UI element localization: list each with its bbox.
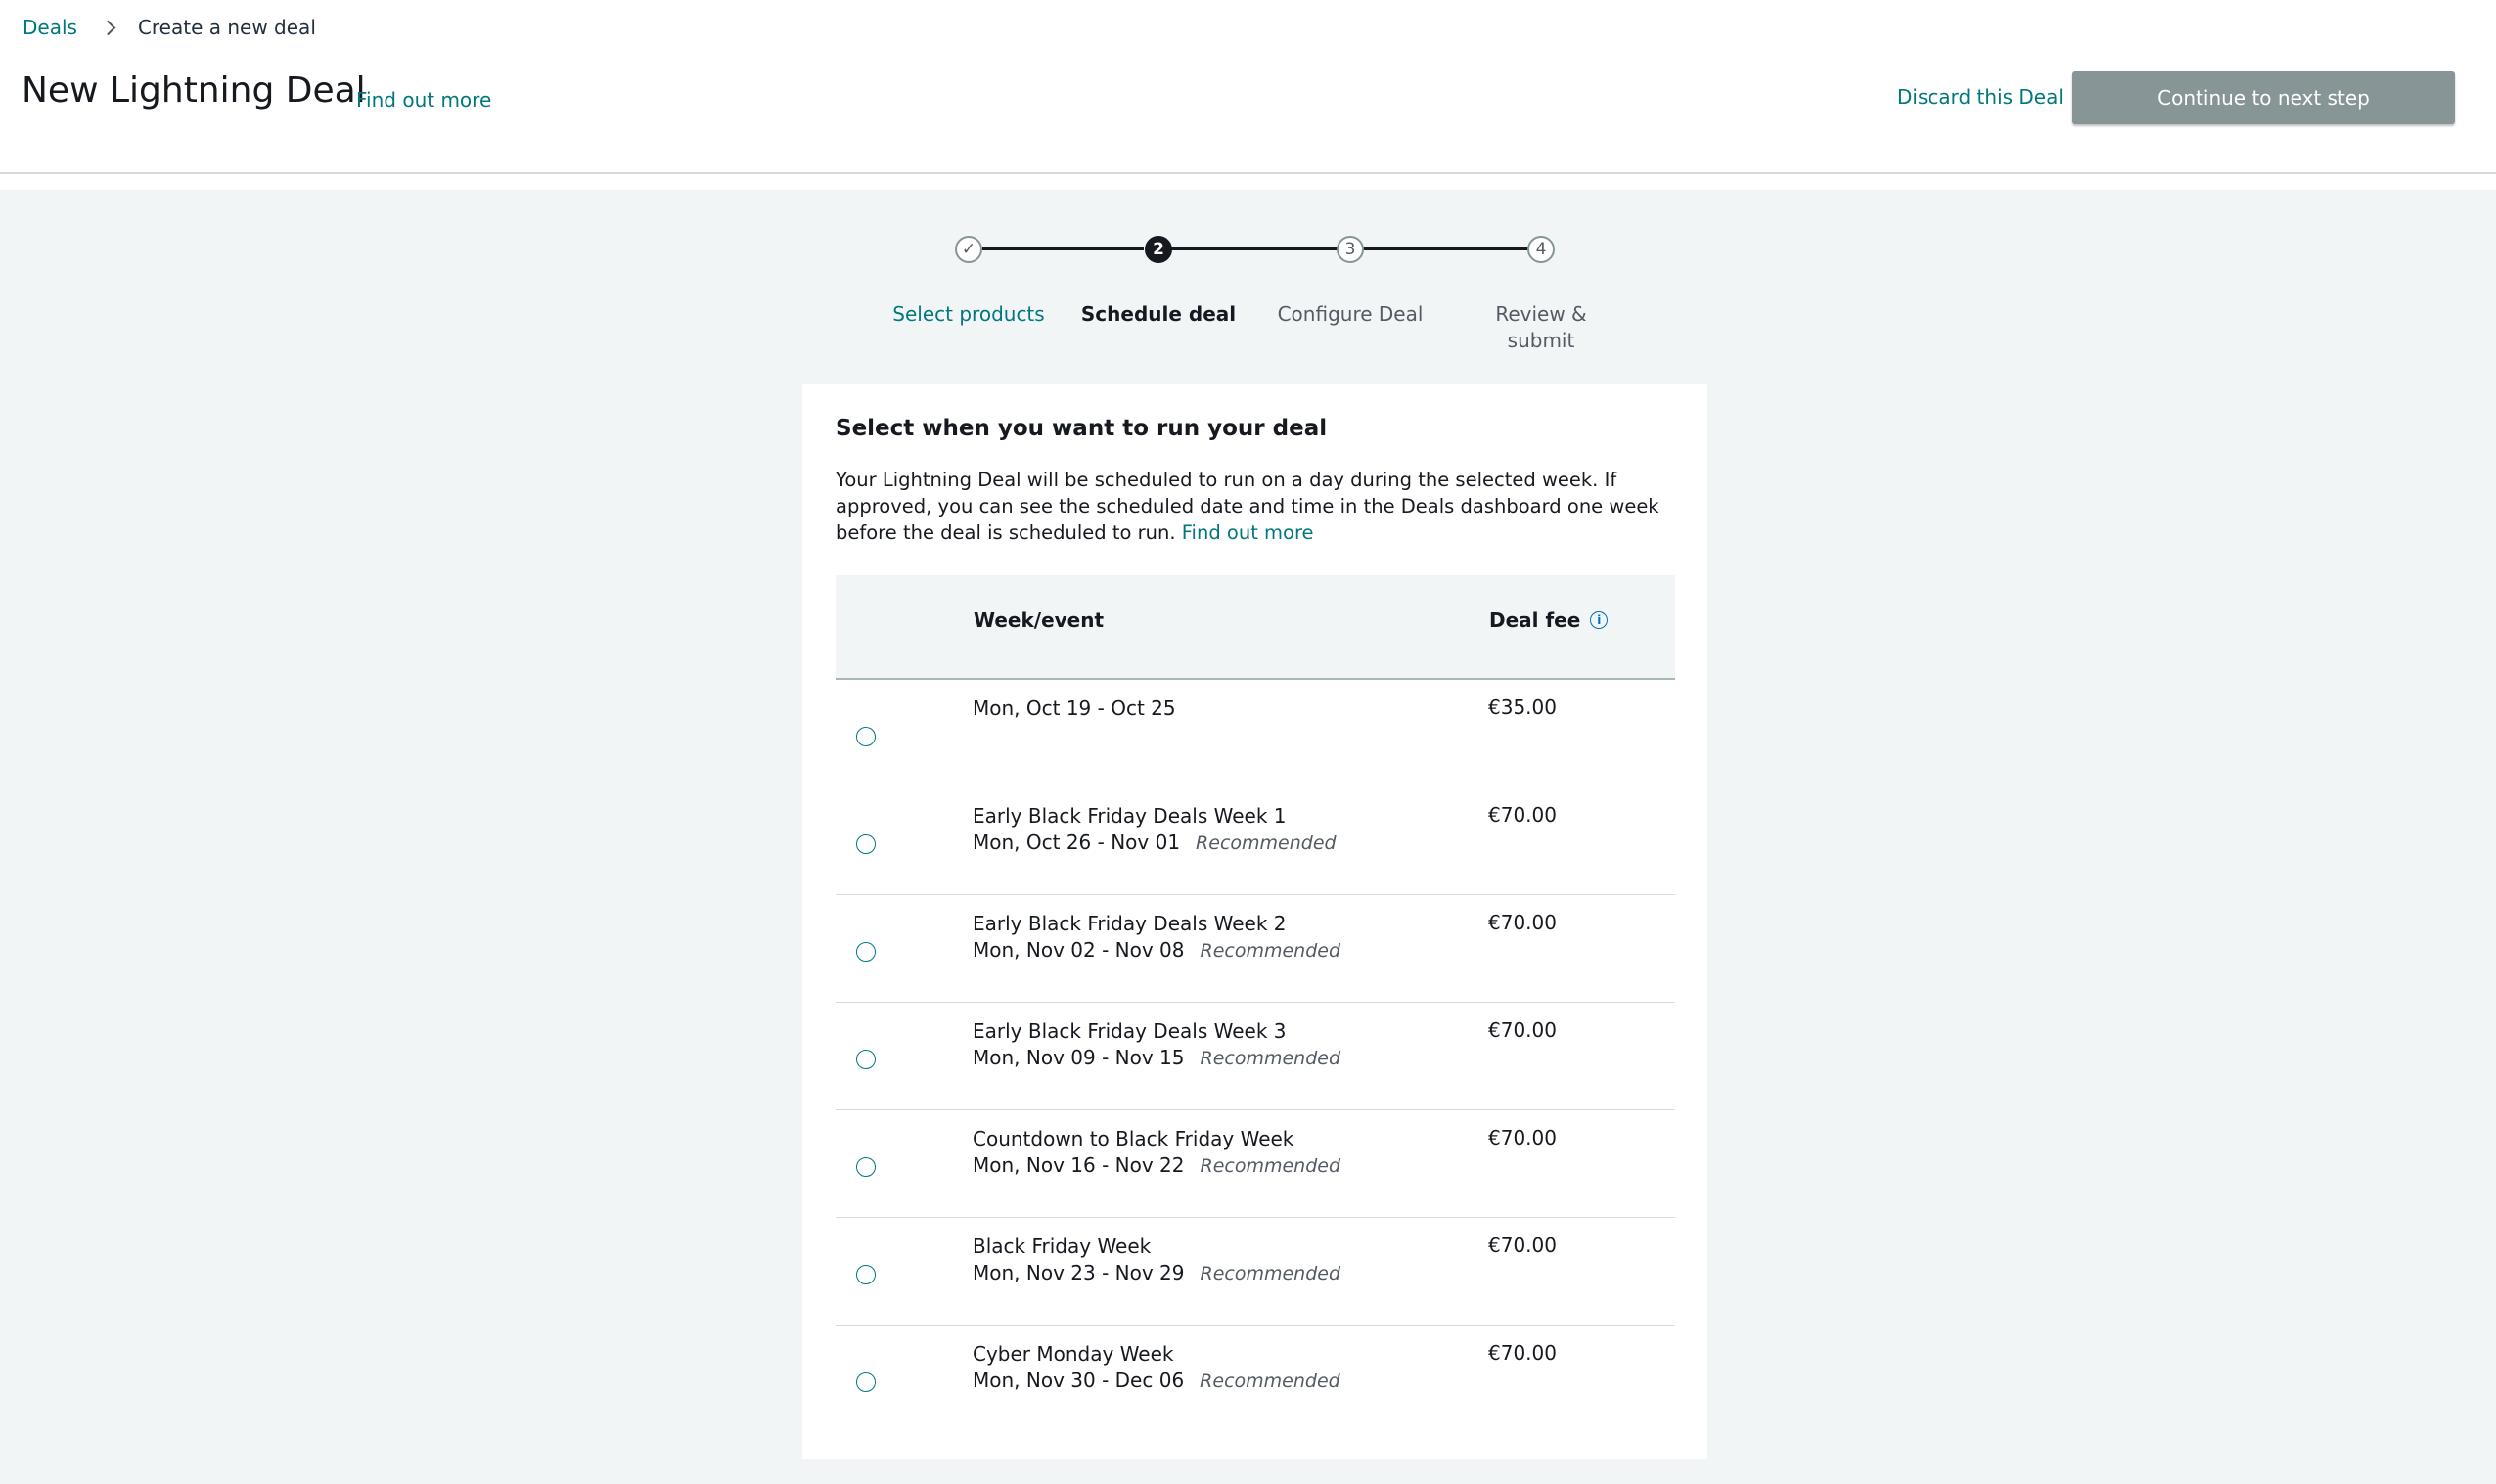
- step-4-marker: 4: [1527, 236, 1555, 263]
- step-3-marker: 3: [1337, 236, 1364, 263]
- stepper-connector: [1363, 247, 1529, 250]
- step-1-check-icon: ✓: [955, 236, 982, 263]
- fee-cell: €70.00: [1488, 1126, 1557, 1149]
- recommended-tag: Recommended: [1200, 940, 1341, 962]
- description-find-out-more-link[interactable]: Find out more: [1182, 521, 1314, 544]
- week-radio[interactable]: [856, 1265, 876, 1284]
- page-title: New Lightning Deal: [22, 70, 366, 111]
- recommended-tag: Recommended: [1200, 1263, 1341, 1284]
- recommended-tag: Recommended: [1200, 1155, 1341, 1177]
- breadcrumb: Deals Create a new deal: [23, 16, 316, 39]
- week-dates: Mon, Nov 16 - Nov 22: [973, 1153, 1185, 1177]
- recommended-tag: Recommended: [1200, 1371, 1340, 1392]
- table-row[interactable]: Mon, Oct 19 - Oct 25 €35.00: [836, 680, 1675, 787]
- step-4-label: Review & submit: [1495, 302, 1587, 352]
- week-event-name: Cyber Monday Week: [973, 1342, 1174, 1366]
- week-radio[interactable]: [856, 942, 876, 962]
- fee-cell: €70.00: [1488, 1234, 1557, 1257]
- stepper-connector: [982, 247, 1144, 250]
- week-dates: Mon, Oct 19 - Oct 25: [973, 697, 1176, 720]
- week-radio[interactable]: [856, 1050, 876, 1069]
- recommended-tag: Recommended: [1196, 832, 1337, 854]
- fee-cell: €70.00: [1488, 911, 1557, 934]
- recommended-tag: Recommended: [1200, 1048, 1341, 1069]
- week-dates: Mon, Nov 30 - Dec 06: [973, 1369, 1185, 1392]
- fee-cell: €70.00: [1488, 803, 1557, 827]
- week-event-name: Early Black Friday Deals Week 2: [973, 912, 1287, 935]
- step-3-label: Configure Deal: [1277, 302, 1424, 326]
- continue-button[interactable]: Continue to next step: [2072, 71, 2455, 124]
- card-description: Your Lightning Deal will be scheduled to…: [836, 467, 1687, 546]
- week-cell: Early Black Friday Deals Week 1 Mon, Oct…: [973, 803, 1337, 857]
- column-deal-fee-label: Deal fee: [1489, 608, 1581, 632]
- fee-cell: €35.00: [1488, 696, 1557, 719]
- week-dates: Mon, Nov 02 - Nov 08: [973, 938, 1185, 962]
- week-cell: Early Black Friday Deals Week 2 Mon, Nov…: [973, 911, 1340, 965]
- step-1-label[interactable]: Select products: [871, 301, 1066, 328]
- week-dates: Mon, Nov 09 - Nov 15: [973, 1046, 1185, 1069]
- week-event-name: Early Black Friday Deals Week 1: [973, 804, 1287, 828]
- table-row[interactable]: Countdown to Black Friday Week Mon, Nov …: [836, 1110, 1675, 1218]
- week-cell: Black Friday Week Mon, Nov 23 - Nov 29 Re…: [973, 1234, 1340, 1287]
- week-dates: Mon, Oct 26 - Nov 01: [973, 831, 1181, 854]
- table-row[interactable]: Black Friday Week Mon, Nov 23 - Nov 29 Re…: [836, 1218, 1675, 1326]
- table-row[interactable]: Early Black Friday Deals Week 1 Mon, Oct…: [836, 787, 1675, 895]
- info-icon[interactable]: i: [1590, 611, 1609, 629]
- week-table: Week/event Deal fee i Mon, Oct 19 - Oct …: [836, 575, 1675, 1433]
- breadcrumb-current: Create a new deal: [137, 16, 316, 39]
- week-event-name: Black Friday Week: [973, 1235, 1152, 1258]
- stepper-connector: [1171, 247, 1338, 250]
- table-row[interactable]: Cyber Monday Week Mon, Nov 30 - Dec 06 Re…: [836, 1326, 1675, 1433]
- week-radio[interactable]: [856, 1157, 876, 1177]
- chevron-right-icon: [103, 18, 114, 37]
- breadcrumb-deals-link[interactable]: Deals: [23, 16, 77, 39]
- week-radio[interactable]: [856, 834, 876, 854]
- step-2-label: Schedule deal: [1080, 302, 1237, 326]
- card-title: Select when you want to run your deal: [836, 416, 1328, 441]
- table-row[interactable]: Early Black Friday Deals Week 2 Mon, Nov…: [836, 895, 1675, 1003]
- week-cell: Cyber Monday Week Mon, Nov 30 - Dec 06 Re…: [973, 1341, 1340, 1395]
- week-radio[interactable]: [856, 727, 876, 746]
- fee-cell: €70.00: [1488, 1341, 1557, 1365]
- week-cell: Early Black Friday Deals Week 3 Mon, Nov…: [973, 1018, 1340, 1072]
- week-radio[interactable]: [856, 1372, 876, 1392]
- header-divider: [0, 172, 2496, 174]
- column-week-event: Week/event: [974, 608, 1105, 632]
- step-2-marker: 2: [1145, 236, 1172, 263]
- find-out-more-link[interactable]: Find out more: [356, 88, 491, 112]
- week-cell: Countdown to Black Friday Week Mon, Nov …: [973, 1126, 1340, 1180]
- week-cell: Mon, Oct 19 - Oct 25: [973, 696, 1176, 722]
- column-deal-fee: Deal fee i: [1489, 608, 1609, 632]
- week-event-name: Early Black Friday Deals Week 3: [973, 1019, 1287, 1043]
- table-header: Week/event Deal fee i: [836, 575, 1675, 680]
- fee-cell: €70.00: [1488, 1018, 1557, 1042]
- week-event-name: Countdown to Black Friday Week: [973, 1127, 1294, 1150]
- discard-deal-link[interactable]: Discard this Deal: [1897, 85, 2064, 109]
- week-dates: Mon, Nov 23 - Nov 29: [973, 1261, 1185, 1284]
- table-row[interactable]: Early Black Friday Deals Week 3 Mon, Nov…: [836, 1003, 1675, 1110]
- schedule-card: Select when you want to run your deal Yo…: [802, 384, 1707, 1459]
